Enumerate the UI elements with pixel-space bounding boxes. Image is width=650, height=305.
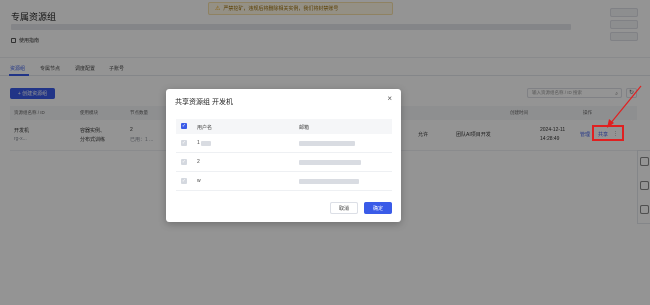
col-email: 邮箱 xyxy=(299,125,310,131)
username: 1 xyxy=(197,140,200,146)
select-all-checkbox[interactable]: ✓ xyxy=(181,123,187,129)
share-dialog: 共享资源组 开发机 × ✓ 用户名 邮箱 ✓ 1 ✓ 2 ✓ w 取消 确定 xyxy=(166,89,401,222)
dialog-title: 共享资源组 开发机 xyxy=(175,99,233,106)
user-row[interactable]: ✓ w xyxy=(176,172,392,191)
cancel-button[interactable]: 取消 xyxy=(330,202,358,214)
masked-email xyxy=(299,160,361,165)
col-username: 用户名 xyxy=(197,125,213,131)
username: 2 xyxy=(197,159,200,165)
row-checkbox[interactable]: ✓ xyxy=(181,159,187,165)
masked-email xyxy=(299,179,359,184)
username: w xyxy=(197,178,201,184)
row-checkbox[interactable]: ✓ xyxy=(181,178,187,184)
user-row[interactable]: ✓ 2 xyxy=(176,153,392,172)
confirm-button[interactable]: 确定 xyxy=(364,202,392,214)
masked-email xyxy=(299,141,355,146)
annotation-highlight-box xyxy=(592,125,624,141)
close-icon[interactable]: × xyxy=(387,95,392,103)
masked-username xyxy=(201,141,211,146)
user-table-header: ✓ 用户名 邮箱 xyxy=(176,119,392,134)
user-row[interactable]: ✓ 1 xyxy=(176,134,392,153)
row-checkbox[interactable]: ✓ xyxy=(181,140,187,146)
user-table: ✓ 用户名 邮箱 ✓ 1 ✓ 2 ✓ w xyxy=(176,119,392,191)
